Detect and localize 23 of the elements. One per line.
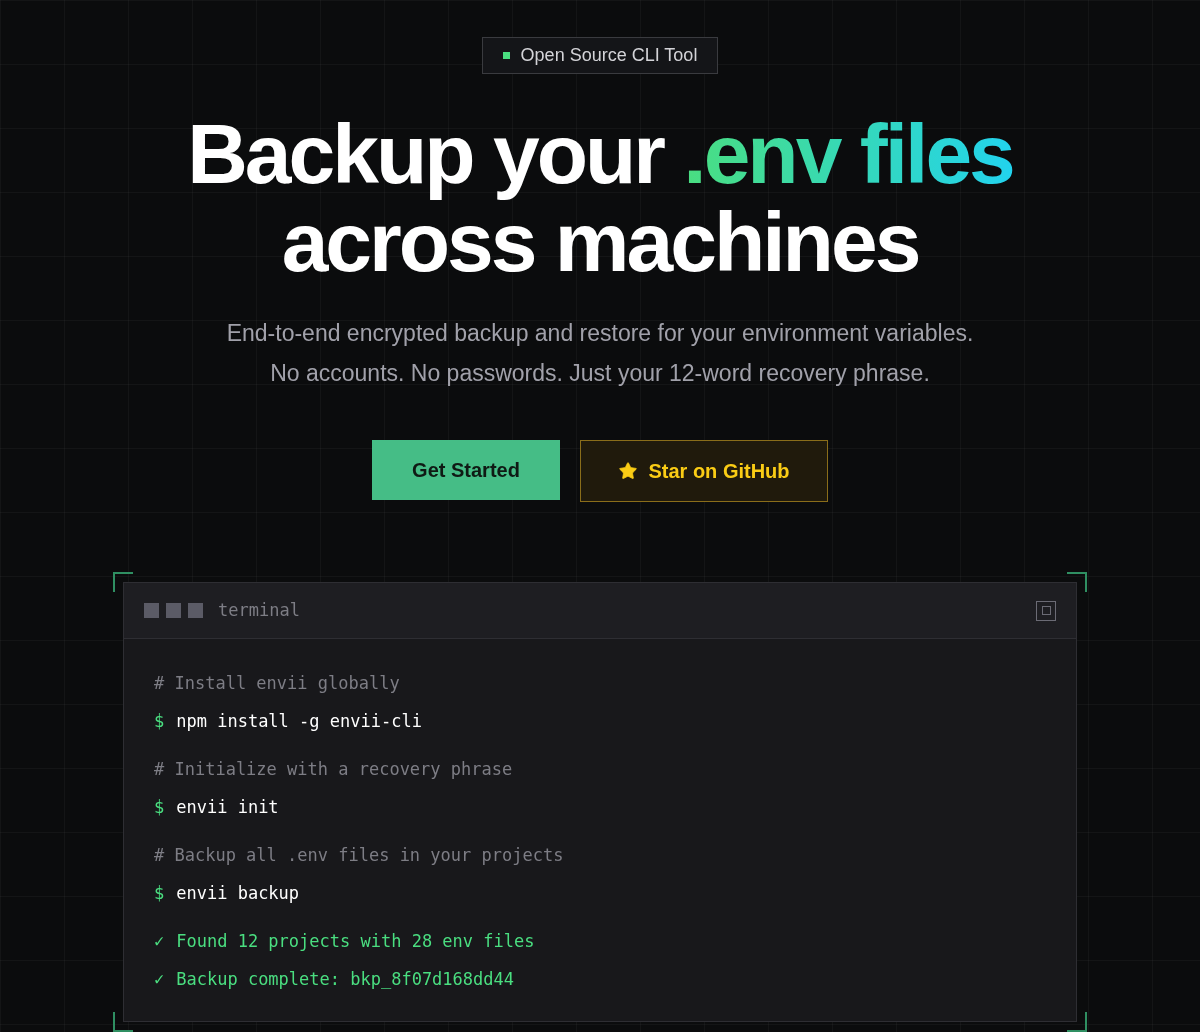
headline: Backup your .env files across machines: [187, 110, 1013, 286]
badge-label: Open Source CLI Tool: [520, 44, 698, 67]
command-text: envii backup: [176, 882, 300, 905]
prompt-symbol: $: [154, 796, 165, 819]
subtitle-text: End-to-end encrypted backup and restore for your environment variables.: [226, 319, 974, 348]
output-text: Backup complete: bkp_8f07d168dd44: [176, 968, 514, 991]
star-icon: [618, 461, 639, 481]
code-comment: # Backup all .env files in your projects: [154, 844, 565, 867]
code-comment: # Initialize with a recovery phrase: [154, 758, 514, 781]
code-comment: # Install envii globally: [154, 672, 401, 695]
get-started-button[interactable]: Get Started: [372, 440, 560, 500]
prompt-symbol: $: [154, 710, 165, 733]
terminal-title: terminal: [218, 598, 300, 622]
command-text: npm install -g envii-cli: [176, 710, 422, 733]
subtitle-text: No accounts. No passwords. Just your 12-word recovery phrase.: [270, 359, 930, 388]
star-button[interactable]: Star on GitHub: [580, 440, 828, 502]
maximize-icon[interactable]: [1036, 600, 1056, 621]
check-mark: ✓: [154, 930, 165, 953]
output-text: Found 12 projects with 28 env files: [176, 930, 535, 953]
command-text: envii init: [176, 796, 279, 819]
check-mark: ✓: [154, 968, 165, 991]
prompt-symbol: $: [154, 882, 165, 905]
square-icon: [502, 52, 510, 59]
